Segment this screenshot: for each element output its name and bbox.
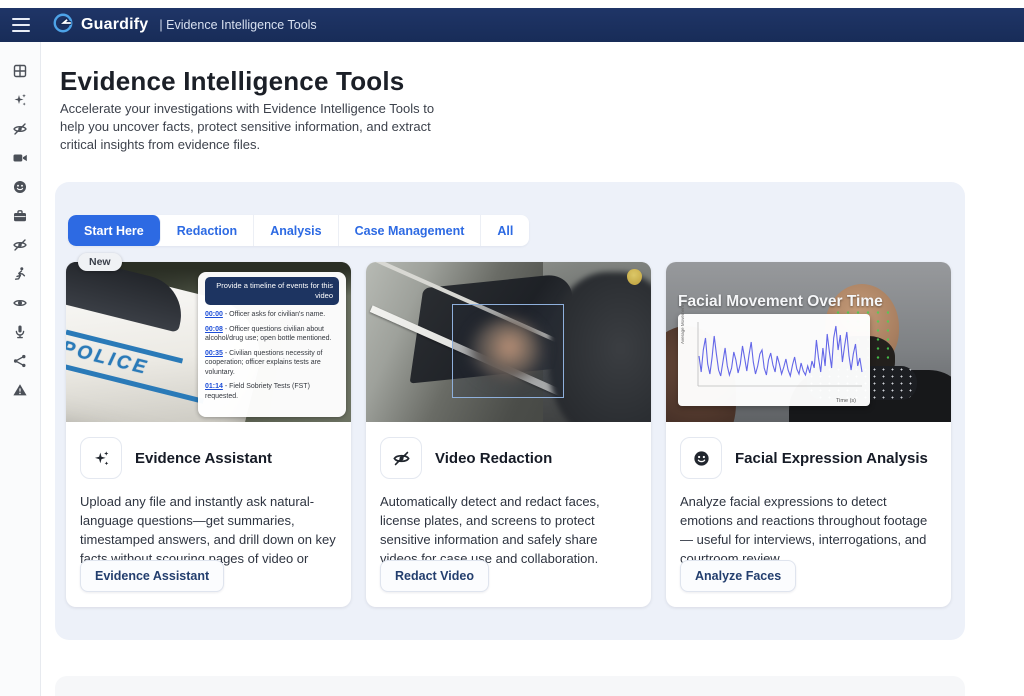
card-description: Analyze facial expressions to detect emo… <box>680 492 937 568</box>
brand: Guardify | Evidence Intelligence Tools <box>52 12 317 39</box>
brand-subtitle: | Evidence Intelligence Tools <box>159 18 316 32</box>
runner-icon[interactable] <box>10 266 30 282</box>
card-title: Evidence Assistant <box>135 450 272 467</box>
chart-x-label: Time (s) <box>836 398 856 404</box>
eye-icon[interactable] <box>10 295 30 311</box>
sparkles-icon <box>80 437 122 479</box>
timeline-entry: 00:08 - Officer questions civilian about… <box>205 325 339 344</box>
eye-off-icon[interactable] <box>10 237 30 253</box>
share-nodes-icon[interactable] <box>10 353 30 369</box>
chart-title: Facial Movement Over Time <box>678 293 883 311</box>
evidence-assistant-preview-image: POLICE Provide a timeline of events for … <box>66 262 351 422</box>
tab-redaction[interactable]: Redaction <box>161 215 254 246</box>
eye-off-icon <box>380 437 422 479</box>
filter-tabs: Start Here Redaction Analysis Case Manag… <box>68 215 529 246</box>
briefcase-icon[interactable] <box>10 208 30 224</box>
eye-off-icon[interactable] <box>10 121 30 137</box>
timestamp-link[interactable]: 00:35 <box>205 350 223 357</box>
page-description: Accelerate your investigations with Evid… <box>60 100 462 154</box>
movement-chart: Average Movement Time (s) <box>678 314 870 406</box>
card-title: Facial Expression Analysis <box>735 450 928 467</box>
chart-y-label: Average Movement <box>680 305 685 344</box>
timestamp-link[interactable]: 00:00 <box>205 311 223 318</box>
analyze-faces-button[interactable]: Analyze Faces <box>680 560 796 592</box>
chat-overlay: Provide a timeline of events for this vi… <box>198 272 346 417</box>
card-title: Video Redaction <box>435 450 552 467</box>
next-section-panel <box>55 676 965 696</box>
tab-analysis[interactable]: Analysis <box>254 215 338 246</box>
timeline-entry: 00:00 - Officer asks for civilian's name… <box>205 310 339 320</box>
tab-case-management[interactable]: Case Management <box>339 215 482 246</box>
warning-triangle-icon[interactable] <box>10 382 30 398</box>
grid-icon[interactable] <box>10 63 30 79</box>
timestamp-link[interactable]: 01:14 <box>205 383 223 390</box>
top-navbar: Guardify | Evidence Intelligence Tools <box>0 8 1024 42</box>
video-redaction-preview-image <box>366 262 651 422</box>
face-detection-box <box>452 304 564 398</box>
evidence-assistant-button[interactable]: Evidence Assistant <box>80 560 224 592</box>
timeline-entry: 01:14 - Field Sobriety Tests (FST) reque… <box>205 382 339 401</box>
guardify-logo-icon <box>52 12 74 39</box>
card-facial-expression-analysis: Facial Movement Over Time Average Moveme… <box>666 262 951 607</box>
smiley-icon <box>680 437 722 479</box>
sparkles-icon[interactable] <box>10 92 30 108</box>
brand-name: Guardify <box>81 16 148 34</box>
chat-prompt-bubble: Provide a timeline of events for this vi… <box>205 277 339 305</box>
microphone-icon[interactable] <box>10 324 30 340</box>
smiley-icon[interactable] <box>10 179 30 195</box>
tool-cards: New POLICE Provide a timeline of events … <box>66 262 951 607</box>
page-title: Evidence Intelligence Tools <box>60 66 404 97</box>
tab-all[interactable]: All <box>481 215 529 246</box>
timestamp-link[interactable]: 00:08 <box>205 326 223 333</box>
timeline-entry: 00:35 - Civilian questions necessity of … <box>205 349 339 378</box>
card-evidence-assistant: New POLICE Provide a timeline of events … <box>66 262 351 607</box>
tab-start-here[interactable]: Start Here <box>68 215 161 246</box>
sidebar-rail <box>0 42 41 696</box>
redact-video-button[interactable]: Redact Video <box>380 560 489 592</box>
card-video-redaction: Video Redaction Automatically detect and… <box>366 262 651 607</box>
card-description: Automatically detect and redact faces, l… <box>380 492 637 568</box>
new-badge: New <box>78 253 122 271</box>
hamburger-menu-icon[interactable] <box>12 18 30 32</box>
tools-panel: Start Here Redaction Analysis Case Manag… <box>55 182 965 640</box>
video-camera-icon[interactable] <box>10 150 30 166</box>
facial-analysis-preview-image: Facial Movement Over Time Average Moveme… <box>666 262 951 422</box>
